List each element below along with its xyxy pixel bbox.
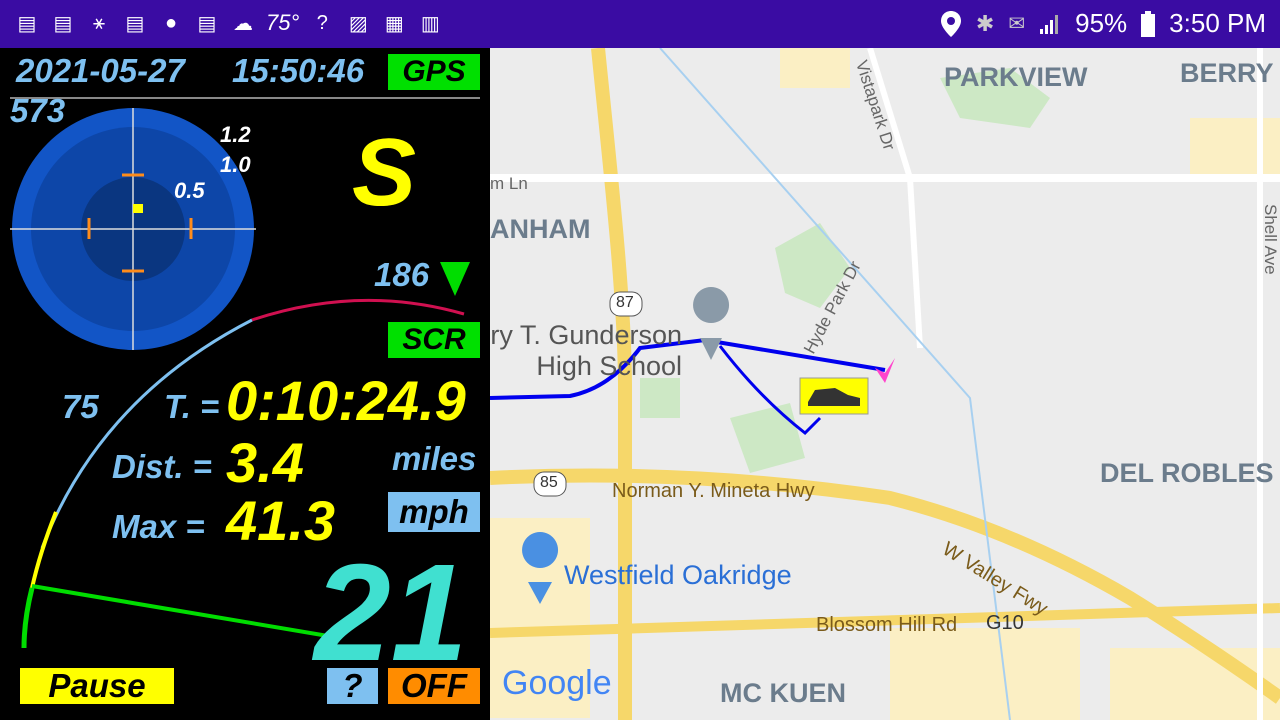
map-label-g10: G10 [986, 612, 1024, 634]
cloud-icon: ☁ [233, 12, 253, 35]
destination-marker-icon [875, 358, 895, 383]
gauge-arc-red [251, 298, 465, 322]
distance-value: 3.4 [226, 431, 304, 494]
commercial-area [890, 628, 1080, 720]
arterial-road [907, 177, 923, 349]
distance-label: Dist. = [112, 448, 212, 485]
news-icon: ▤ [125, 12, 145, 35]
map-label-school: ry T. Gunderson High School [490, 320, 682, 381]
gauge-arc-yellow [30, 511, 58, 589]
news-icon: ▤ [17, 12, 37, 35]
bluetooth-icon: ✱ [975, 10, 995, 36]
map-view[interactable]: PARKVIEW BERRY F ANHAM DEL ROBLES MC KUE… [490, 48, 1280, 720]
battery-percent: 95% [1075, 8, 1128, 38]
distance-unit: miles [392, 440, 477, 477]
map-label-anham: ANHAM [490, 214, 591, 244]
status-bar: ▤ ▤ ⚹ ▤ ● ▤ ☁ 75° ? ▨ ▦ ▥ ✱ ✉ 95% 3:50 P… [0, 0, 1280, 48]
spotify-icon: ● [164, 11, 178, 34]
map-label-parkview: PARKVIEW [944, 62, 1088, 92]
news-icon: ▤ [53, 12, 73, 35]
image-icon: ▨ [348, 12, 368, 35]
notification-icons: ▤ ▤ ⚹ ▤ ● ▤ ☁ 75° ? ▨ ▦ ▥ [14, 10, 443, 36]
news-icon: ▤ [197, 12, 217, 35]
help-icon: ? [316, 11, 328, 34]
map-label-berry: BERRY F [1180, 58, 1280, 88]
clock: 3:50 PM [1169, 8, 1266, 38]
chart-icon: ▥ [420, 12, 440, 35]
map-label-85: 85 [540, 474, 558, 491]
map-label-87: 87 [616, 294, 634, 311]
temperature-text: 75° [266, 10, 300, 35]
location-icon [940, 10, 961, 37]
elapsed-time-value: 0:10:24.9 [226, 369, 466, 432]
no-sim-icon: ✉ [1008, 13, 1026, 35]
help-button[interactable]: ? [327, 668, 378, 704]
speed-unit-badge[interactable]: mph [388, 492, 480, 532]
map-label-westfield: Westfield Oakridge [564, 560, 792, 590]
speed-needle [31, 584, 341, 640]
map-label-blossom: Blossom Hill Rd [816, 614, 958, 636]
map-label-norman: Norman Y. Mineta Hwy [612, 480, 815, 502]
commercial-area [780, 48, 850, 88]
system-status: ✱ ✉ 95% 3:50 PM [940, 8, 1266, 39]
off-button[interactable]: OFF [388, 668, 480, 704]
pause-button[interactable]: Pause [20, 668, 174, 704]
map-label-mc-kuen: MC KUEN [720, 678, 846, 708]
map-label-shell: Shell Ave [1261, 204, 1280, 275]
scr-badge[interactable]: SCR [388, 322, 480, 358]
map-label-ln: m Ln [490, 174, 528, 193]
google-logo: Google [502, 664, 612, 702]
max-speed-label: Max = [112, 508, 205, 545]
park-area [730, 403, 805, 473]
signal-icon [1040, 14, 1059, 34]
calendar-icon: ▦ [384, 12, 404, 35]
satellite-icon: ⚹ [93, 11, 105, 34]
elapsed-time-label: T. = [164, 388, 220, 425]
map-label-del-robles: DEL ROBLES [1100, 458, 1274, 488]
speedometer-panel: 2021-05-27 15:50:46 GPS 573 1.2 1.0 0.5 … [0, 48, 490, 720]
commercial-area [1190, 118, 1280, 178]
battery-icon [1141, 10, 1156, 37]
gauge-mark-75: 75 [62, 388, 99, 425]
park-area [640, 378, 680, 418]
gauge-arc-green [21, 587, 35, 649]
